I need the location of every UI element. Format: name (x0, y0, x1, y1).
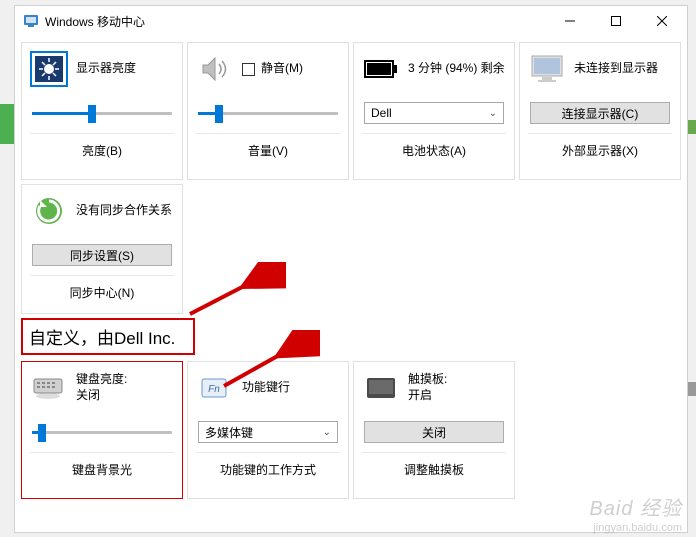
tile-row: 显示器亮度 亮度(B) (21, 42, 681, 180)
keyboard-icon (30, 370, 68, 406)
connect-display-label: 连接显示器(C) (562, 105, 639, 122)
display-tile: 未连接到显示器 连接显示器(C) 外部显示器(X) (519, 42, 681, 180)
connect-display-button[interactable]: 连接显示器(C) (530, 102, 670, 124)
chevron-down-icon: ⌄ (323, 427, 331, 438)
battery-footer: 电池状态(A) (362, 133, 506, 159)
keyboard-slider[interactable] (32, 422, 172, 442)
tile-row: 键盘亮度: 关闭 键盘背景光 Fn (21, 361, 681, 499)
keyboard-label-line2: 关闭 (76, 388, 100, 402)
close-button[interactable] (639, 6, 685, 36)
sync-tile: 没有同步合作关系 同步设置(S) 同步中心(N) (21, 184, 183, 314)
brightness-footer: 亮度(B) (30, 133, 174, 159)
touchpad-label-line1: 触摸板: (408, 372, 447, 386)
sync-settings-label: 同步设置(S) (70, 247, 134, 264)
touchpad-label-line2: 开启 (408, 388, 432, 402)
touchpad-icon (362, 370, 400, 406)
speaker-icon (196, 51, 234, 87)
keyboard-label-line1: 键盘亮度: (76, 372, 127, 386)
volume-slider[interactable] (198, 103, 338, 123)
battery-status: 3 分钟 (94%) 剩余 (408, 61, 505, 77)
keyboard-tile: 键盘亮度: 关闭 键盘背景光 (21, 361, 183, 499)
fnkeys-select[interactable]: 多媒体键 ⌄ (198, 421, 338, 443)
background-fragment (688, 120, 696, 134)
fn-icon: Fn (196, 370, 234, 406)
touchpad-toggle-button[interactable]: 关闭 (364, 421, 504, 443)
sync-settings-button[interactable]: 同步设置(S) (32, 244, 172, 266)
keyboard-footer: 键盘背景光 (30, 452, 174, 478)
chevron-down-icon: ⌄ (489, 108, 497, 119)
volume-tile: 静音(M) 音量(V) (187, 42, 349, 180)
background-fragment (688, 382, 696, 396)
touchpad-button-label: 关闭 (422, 424, 446, 441)
power-plan-value: Dell (371, 106, 392, 120)
brightness-tile: 显示器亮度 亮度(B) (21, 42, 183, 180)
fnkeys-label: 功能键行 (242, 380, 290, 396)
battery-icon (362, 51, 400, 87)
touchpad-tile: 触摸板: 开启 关闭 调整触摸板 (353, 361, 515, 499)
sync-footer: 同步中心(N) (30, 275, 174, 301)
mobility-center-window: Windows 移动中心 (14, 5, 688, 533)
watermark-sub: jingyan.baidu.com (593, 522, 682, 534)
content-area: 显示器亮度 亮度(B) (15, 36, 687, 509)
fnkeys-footer: 功能键的工作方式 (196, 452, 340, 478)
maximize-button[interactable] (593, 6, 639, 36)
app-icon (23, 13, 39, 29)
custom-section-header: 自定义，由Dell Inc. (21, 318, 195, 355)
mute-label: 静音(M) (261, 61, 303, 77)
keyboard-label: 键盘亮度: 关闭 (76, 372, 127, 403)
background-fragment (0, 104, 14, 144)
window-title: Windows 移动中心 (45, 13, 145, 30)
watermark: Baid 经验 (589, 492, 682, 521)
volume-footer: 音量(V) (196, 133, 340, 159)
brightness-slider[interactable] (32, 103, 172, 123)
monitor-icon (528, 51, 566, 87)
titlebar: Windows 移动中心 (15, 6, 687, 36)
fnkeys-tile: Fn 功能键行 多媒体键 ⌄ 功能键的工作方式 (187, 361, 349, 499)
power-plan-select[interactable]: Dell ⌄ (364, 102, 504, 124)
display-label: 未连接到显示器 (574, 61, 658, 77)
battery-tile: 3 分钟 (94%) 剩余 Dell ⌄ 电池状态(A) (353, 42, 515, 180)
tile-row: 没有同步合作关系 同步设置(S) 同步中心(N) (21, 184, 681, 314)
minimize-button[interactable] (547, 6, 593, 36)
touchpad-label: 触摸板: 开启 (408, 372, 447, 403)
display-footer: 外部显示器(X) (528, 133, 672, 159)
brightness-label: 显示器亮度 (76, 61, 136, 77)
sync-icon (30, 193, 68, 229)
touchpad-footer: 调整触摸板 (362, 452, 506, 478)
mute-checkbox[interactable] (242, 63, 255, 76)
brightness-icon (30, 51, 68, 87)
svg-text:Fn: Fn (208, 384, 220, 395)
sync-label: 没有同步合作关系 (76, 203, 172, 219)
fnkeys-value: 多媒体键 (205, 424, 253, 441)
